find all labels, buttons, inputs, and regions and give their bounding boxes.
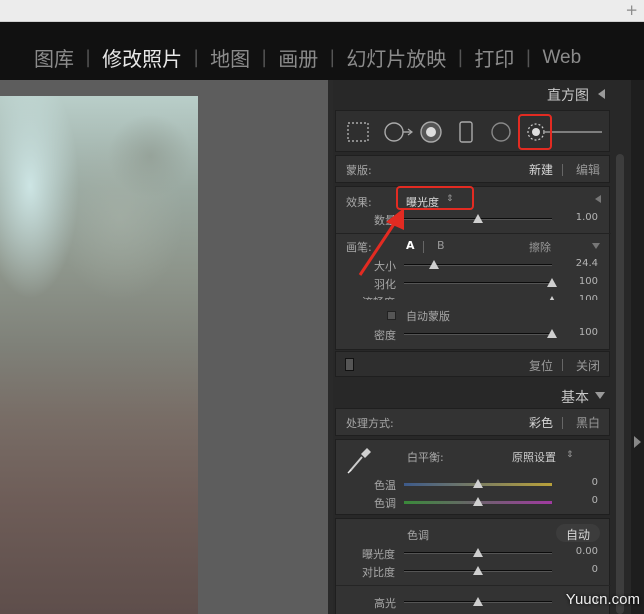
watermark-text: Yuucn.com — [565, 591, 640, 608]
annotation-arrow — [358, 208, 404, 276]
